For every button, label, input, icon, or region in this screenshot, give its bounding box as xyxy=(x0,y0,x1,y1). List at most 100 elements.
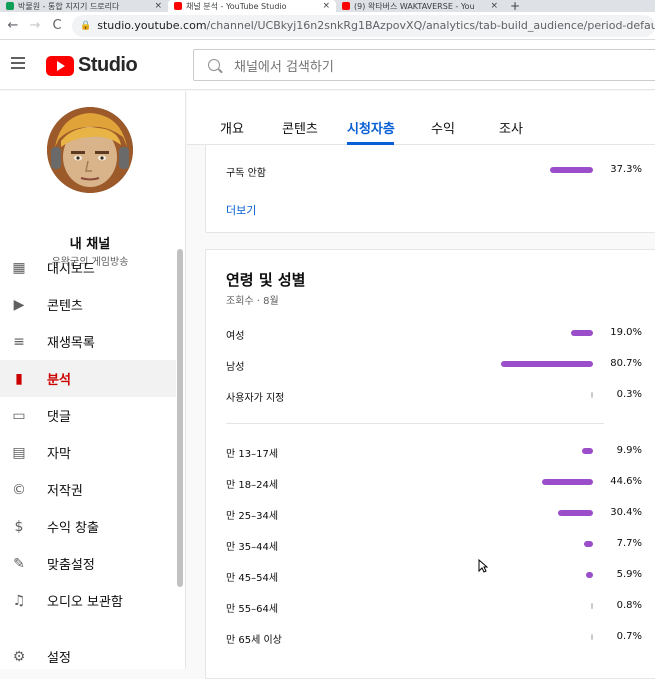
tab-revenue[interactable]: 수익 xyxy=(431,118,455,137)
forward-icon[interactable]: → xyxy=(28,18,42,33)
row-label: 만 65세 이상 xyxy=(226,635,282,646)
sidebar-item-monetization[interactable]: $ 수익 창출 xyxy=(0,508,176,545)
row-bar xyxy=(550,167,593,173)
sidebar-item-audio-library[interactable]: ♫ 오디오 보관함 xyxy=(0,582,176,619)
sidebar-item-content[interactable]: ▶ 콘텐츠 xyxy=(0,286,176,323)
sidebar-item-subtitles[interactable]: ▤ 자막 xyxy=(0,434,176,471)
card-title: 연령 및 성별 xyxy=(226,271,306,289)
search-icon xyxy=(208,59,220,71)
sidebar-item-label: 댓글 xyxy=(47,410,71,425)
url-field[interactable]: 🔒 studio.youtube.com/channel/UCBkyj16n2s… xyxy=(72,14,655,37)
row-percent: 30.4% xyxy=(610,507,642,518)
sidebar-item-label: 재생목록 xyxy=(47,336,95,351)
logo-text: Studio xyxy=(78,54,138,76)
url-path: /channel/UCBkyj16n2snkRg1BAzpovXQ/analyt… xyxy=(206,19,655,32)
row-percent: 9.9% xyxy=(616,445,642,456)
age-row: 만 45–54세 5.9% xyxy=(226,567,646,584)
gender-row-male: 남성 80.7% xyxy=(226,356,646,373)
subscription-row: 구독 안함 37.3% xyxy=(226,162,646,179)
show-more-link[interactable]: 더보기 xyxy=(226,202,256,218)
monetization-icon: $ xyxy=(14,518,24,535)
youtube-play-icon xyxy=(46,55,74,76)
row-bar xyxy=(586,572,593,578)
sidebar-item-label: 자막 xyxy=(47,447,71,462)
menu-icon[interactable] xyxy=(11,57,25,69)
row-label: 구독 안함 xyxy=(226,168,266,179)
sidebar-item-analytics[interactable]: ▮ 분석 xyxy=(0,360,176,397)
playlist-icon: ≡ xyxy=(13,333,25,350)
browser-tab-1[interactable]: 박물원 - 통합 지지기 드로리다 × xyxy=(0,0,168,12)
reload-icon[interactable]: C xyxy=(50,18,64,33)
sidebar-nav: ▦ 대시보드 ▶ 콘텐츠 ≡ 재생목록 ▮ 분석 ▭ 댓글 ▤ 자막 © 저작권… xyxy=(0,249,176,619)
tab-title: (9) 왁타버스 WAKTAVERSE - You xyxy=(354,1,475,11)
tab-overview[interactable]: 개요 xyxy=(220,118,244,137)
back-icon[interactable]: ← xyxy=(6,18,20,33)
search-placeholder: 채널에서 검색하기 xyxy=(234,59,334,75)
age-gender-card: 연령 및 성별 조회수 · 8월 여성 19.0% 남성 80.7% 사용자가 … xyxy=(205,249,655,679)
row-label: 만 18–24세 xyxy=(226,480,279,491)
row-label: 만 13–17세 xyxy=(226,449,279,460)
settings-icon: ⚙ xyxy=(12,648,26,665)
close-tab-icon[interactable]: × xyxy=(490,1,498,11)
row-label: 사용자가 지정 xyxy=(226,393,285,404)
age-row: 만 55–64세 0.8% xyxy=(226,598,646,615)
sidebar-item-comments[interactable]: ▭ 댓글 xyxy=(0,397,176,434)
row-percent: 0.3% xyxy=(616,389,642,400)
gender-row-custom: 사용자가 지정 0.3% xyxy=(226,387,646,404)
studio-logo[interactable]: Studio xyxy=(46,54,138,77)
card-subtitle: 조회수 · 8월 xyxy=(226,296,279,307)
sidebar-item-settings[interactable]: ⚙ 설정 xyxy=(0,638,176,675)
tab-favicon-icon xyxy=(174,2,182,10)
avatar[interactable] xyxy=(47,107,133,193)
url-host: studio.youtube.com xyxy=(97,19,207,32)
analytics-tabs: 개요 콘텐츠 시청자층 수익 조사 xyxy=(187,91,655,145)
subtitles-icon: ▤ xyxy=(12,444,26,461)
browser-tab-3[interactable]: (9) 왁타버스 WAKTAVERSE - You × xyxy=(336,0,504,12)
tab-title: 채널 분석 - YouTube Studio xyxy=(186,1,287,11)
row-bar xyxy=(591,392,593,398)
sidebar-item-copyright[interactable]: © 저작권 xyxy=(0,471,176,508)
browser-tab-2[interactable]: 채널 분석 - YouTube Studio × xyxy=(168,0,336,12)
sidebar-scrollbar[interactable] xyxy=(177,249,183,587)
row-label: 여성 xyxy=(226,331,245,342)
new-tab-button[interactable]: + xyxy=(510,0,520,12)
age-row: 만 13–17세 9.9% xyxy=(226,443,646,460)
copyright-icon: © xyxy=(12,481,26,498)
tab-research[interactable]: 조사 xyxy=(499,118,523,137)
tab-content[interactable]: 콘텐츠 xyxy=(282,118,318,137)
mouse-cursor-icon xyxy=(478,559,488,573)
row-bar xyxy=(571,330,593,336)
subscription-status-card: 구독 안함 37.3% 더보기 xyxy=(205,145,655,233)
row-percent: 0.7% xyxy=(616,631,642,642)
row-label: 만 35–44세 xyxy=(226,542,279,553)
row-percent: 5.9% xyxy=(616,569,642,580)
address-bar: ← → C 🔒 studio.youtube.com/channel/UCBky… xyxy=(0,12,655,40)
lock-icon: 🔒 xyxy=(80,20,92,31)
search-input[interactable]: 채널에서 검색하기 xyxy=(193,49,655,81)
row-percent: 44.6% xyxy=(610,476,642,487)
sidebar-settings: ⚙ 설정 xyxy=(0,638,176,675)
row-bar xyxy=(581,448,593,454)
tab-audience[interactable]: 시청자층 xyxy=(347,118,395,137)
row-label: 만 45–54세 xyxy=(226,573,279,584)
sidebar-item-dashboard[interactable]: ▦ 대시보드 xyxy=(0,249,176,286)
row-bar xyxy=(501,361,593,367)
main-content: 개요 콘텐츠 시청자층 수익 조사 구독 안함 37.3% 더보기 연령 및 성… xyxy=(187,91,655,679)
comments-icon: ▭ xyxy=(12,407,26,424)
gender-row-female: 여성 19.0% xyxy=(226,325,646,342)
analytics-icon: ▮ xyxy=(15,370,23,387)
dashboard-icon: ▦ xyxy=(12,259,26,276)
sidebar-item-label: 저작권 xyxy=(47,484,83,499)
close-tab-icon[interactable]: × xyxy=(154,1,162,11)
sidebar-item-customization[interactable]: ✎ 맞춤설정 xyxy=(0,545,176,582)
sidebar-item-playlists[interactable]: ≡ 재생목록 xyxy=(0,323,176,360)
close-tab-icon[interactable]: × xyxy=(322,1,330,11)
sidebar-item-label: 대시보드 xyxy=(47,262,95,277)
row-percent: 7.7% xyxy=(616,538,642,549)
row-bar xyxy=(558,510,593,516)
sidebar-item-label: 분석 xyxy=(47,373,71,388)
sidebar-item-label: 맞춤설정 xyxy=(47,558,95,573)
row-bar xyxy=(584,541,593,547)
row-label: 만 55–64세 xyxy=(226,604,279,615)
row-bar xyxy=(542,479,593,485)
